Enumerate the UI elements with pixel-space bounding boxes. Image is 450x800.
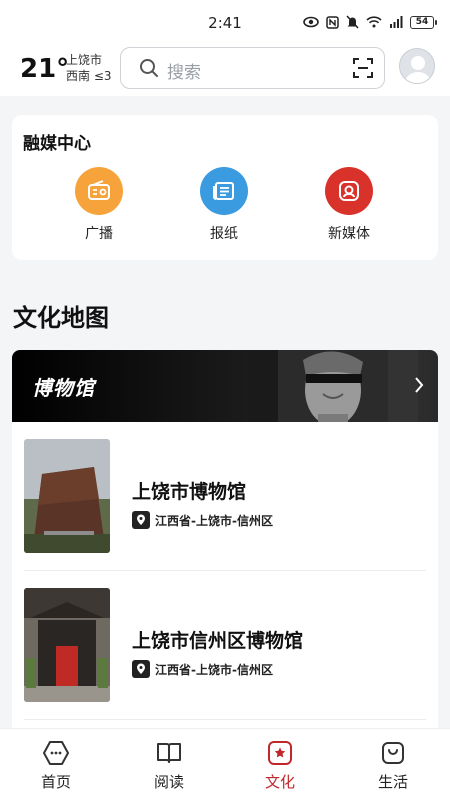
media-item-radio[interactable]: 广播 xyxy=(64,167,134,243)
culture-icon xyxy=(250,739,310,767)
newspaper-icon xyxy=(200,167,248,215)
tab-home[interactable]: 首页 xyxy=(26,739,86,792)
media-item-new-media[interactable]: 新媒体 xyxy=(314,167,384,243)
radio-icon xyxy=(75,167,123,215)
weather-location[interactable]: 上饶市 西南 ≤3 xyxy=(66,52,112,84)
search-icon xyxy=(140,59,158,77)
address-text: 江西省-上饶市-信州区 xyxy=(155,662,273,677)
home-icon xyxy=(26,739,86,767)
tab-life[interactable]: 生活 xyxy=(363,739,423,792)
signal-icon xyxy=(390,16,403,28)
address-text: 江西省-上饶市-信州区 xyxy=(155,513,273,528)
tab-read[interactable]: 阅读 xyxy=(139,739,199,792)
chevron-right-icon[interactable] xyxy=(414,376,424,394)
statue-image xyxy=(248,350,418,422)
museum-item[interactable]: 上饶市博物馆 江西省-上饶市-信州区 xyxy=(24,439,424,569)
wind-label: 西南 ≤3 xyxy=(66,69,112,83)
bottom-tab-bar: 首页 阅读 文化 生活 xyxy=(0,728,450,800)
wifi-icon xyxy=(366,16,382,28)
divider xyxy=(24,570,426,571)
user-icon xyxy=(405,56,431,83)
media-center-title: 融媒中心 xyxy=(23,134,91,154)
museum-banner[interactable]: 博物馆 xyxy=(12,350,438,422)
tab-label: 阅读 xyxy=(153,773,184,791)
new-media-icon xyxy=(325,167,373,215)
top-header: 21° 上饶市 西南 ≤3 搜索 xyxy=(0,44,450,96)
status-bar: 2:41 54 xyxy=(0,0,450,44)
banner-title: 博物馆 xyxy=(32,376,95,400)
scan-icon[interactable] xyxy=(352,57,374,79)
media-center-card: 融媒中心 广播 报纸 新媒体 xyxy=(12,115,438,260)
search-bar[interactable]: 搜索 xyxy=(120,47,385,89)
location-pin-icon xyxy=(132,660,150,678)
museum-name: 上饶市信州区博物馆 xyxy=(132,630,304,652)
museum-address: 江西省-上饶市-信州区 xyxy=(132,660,273,678)
museum-list: 上饶市博物馆 江西省-上饶市-信州区 上饶市信州区博物馆 江西省-上饶市-信州区 xyxy=(12,422,438,752)
eye-icon xyxy=(303,16,319,28)
museum-item[interactable]: 上饶市信州区博物馆 江西省-上饶市-信州区 xyxy=(24,588,424,718)
divider xyxy=(24,719,426,720)
tab-culture[interactable]: 文化 xyxy=(250,739,310,792)
mute-icon xyxy=(346,15,359,29)
media-item-label: 广播 xyxy=(85,226,113,242)
tab-label: 文化 xyxy=(264,773,295,791)
search-placeholder: 搜索 xyxy=(167,63,201,83)
avatar[interactable] xyxy=(399,48,435,84)
book-icon xyxy=(139,739,199,767)
battery-icon: 54 xyxy=(410,15,437,29)
status-icons: 54 xyxy=(303,15,437,29)
life-bag-icon xyxy=(363,739,423,767)
museum-thumbnail xyxy=(24,588,110,702)
media-item-newspaper[interactable]: 报纸 xyxy=(189,167,259,243)
museum-address: 江西省-上饶市-信州区 xyxy=(132,511,273,529)
media-item-label: 新媒体 xyxy=(328,226,370,242)
nfc-icon xyxy=(326,15,339,29)
city-label: 上饶市 xyxy=(66,53,103,67)
weather-temperature[interactable]: 21° xyxy=(20,54,69,84)
media-item-label: 报纸 xyxy=(210,226,238,242)
tab-label: 生活 xyxy=(377,773,408,791)
museum-name: 上饶市博物馆 xyxy=(132,481,247,503)
location-pin-icon xyxy=(132,511,150,529)
tab-label: 首页 xyxy=(40,773,71,791)
museum-thumbnail xyxy=(24,439,110,553)
culture-map-title: 文化地图 xyxy=(13,304,109,332)
